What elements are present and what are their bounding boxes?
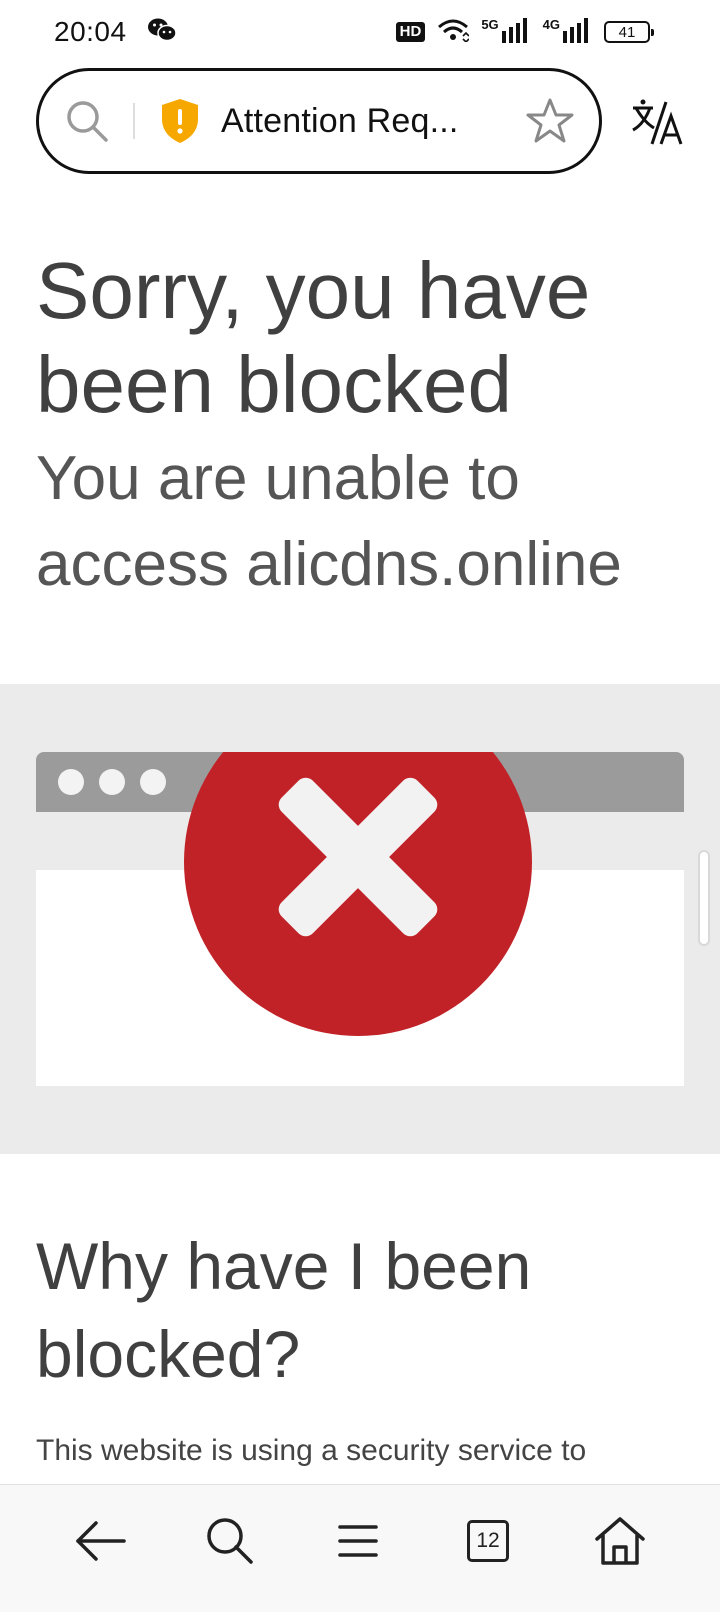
bottom-navigation-bar: 12 <box>0 1484 720 1612</box>
blocked-subheading: You are unable to access alicdns.online <box>36 444 622 599</box>
blocked-heading: Sorry, you have been blocked <box>36 246 591 429</box>
window-dot-icon <box>99 769 125 795</box>
signal-icon-2 <box>562 17 592 48</box>
arrow-left-icon <box>76 1521 126 1561</box>
menu-button[interactable] <box>322 1505 394 1577</box>
scrollbar-handle[interactable] <box>698 850 710 946</box>
status-bar: 20:04 HD 5G 4G 41 <box>0 0 720 64</box>
address-bar-divider <box>133 103 135 139</box>
wifi-icon <box>437 18 470 47</box>
window-dot-icon <box>140 769 166 795</box>
translate-icon[interactable] <box>628 96 688 150</box>
address-bar[interactable]: Attention Req... <box>36 68 602 174</box>
why-blocked-text: This website is using a security service… <box>36 1434 587 1467</box>
back-button[interactable] <box>64 1505 136 1577</box>
wechat-icon <box>147 17 177 48</box>
blocked-x-icon <box>180 752 536 1064</box>
status-left: 20:04 <box>54 16 177 48</box>
home-button[interactable] <box>584 1505 656 1577</box>
star-icon[interactable] <box>523 94 577 148</box>
search-icon[interactable] <box>61 95 113 147</box>
hd-badge: HD <box>395 22 426 42</box>
search-icon <box>207 1518 253 1564</box>
signal-icon-1 <box>501 17 531 48</box>
status-time: 20:04 <box>54 16 127 47</box>
shield-warning-icon[interactable] <box>157 95 203 147</box>
home-icon <box>595 1517 645 1565</box>
page-title[interactable]: Attention Req... <box>221 102 523 141</box>
why-blocked-heading: Why have I been blocked? <box>36 1229 532 1391</box>
tabs-icon: 12 <box>467 1520 509 1562</box>
window-dot-icon <box>58 769 84 795</box>
status-right: HD 5G 4G 41 <box>395 16 654 48</box>
network-4g-label: 4G <box>542 16 560 32</box>
tabs-button[interactable]: 12 <box>452 1505 524 1577</box>
browser-screen: 20:04 HD 5G 4G 41 Attention Req... Sorry… <box>0 0 720 1612</box>
search-button[interactable] <box>194 1505 266 1577</box>
network-5g-label: 5G <box>481 16 499 32</box>
menu-icon <box>338 1525 378 1557</box>
battery-indicator: 41 <box>604 21 654 43</box>
